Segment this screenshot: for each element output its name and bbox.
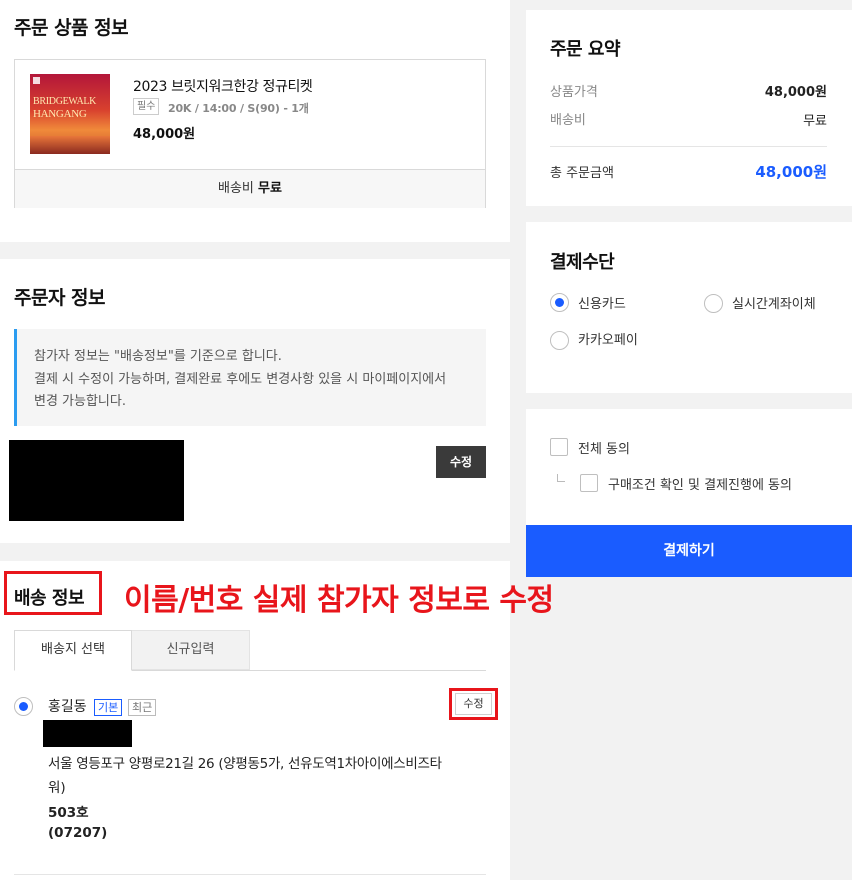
tab-new-address[interactable]: 신규입력 <box>132 630 250 670</box>
product-thumbnail[interactable]: BRIDGEWALK HANGANG <box>30 74 110 154</box>
payment-radio-card[interactable] <box>550 293 569 312</box>
delivery-section-title: 배송 정보 <box>14 588 85 609</box>
thumbnail-horizon <box>30 136 110 154</box>
thumbnail-logo-icon <box>33 77 40 84</box>
recipient-name: 홍길동 <box>48 699 87 715</box>
delivery-tab-bar: 배송지 선택 신규입력 <box>14 630 486 671</box>
notice-line-3: 변경 가능합니다. <box>34 394 126 409</box>
pay-button[interactable]: 결제하기 <box>526 525 852 577</box>
address-detail: 503호 <box>48 805 89 821</box>
summary-total-label: 총 주문금액 <box>550 166 614 181</box>
payment-label-card[interactable]: 신용카드 <box>578 293 626 312</box>
option-text: 20K / 14:00 / S(90) - 1개 <box>168 102 309 115</box>
product-name[interactable]: 2023 브릿지워크한강 정규티켓 <box>133 76 313 96</box>
agree-purchase-label[interactable]: 구매조건 확인 및 결제진행에 동의 <box>608 474 792 493</box>
recent-badge: 최근 <box>128 699 157 716</box>
payment-method-panel: 결제수단 신용카드 실시간계좌이체 카카오페이 <box>526 222 852 393</box>
address-radio[interactable] <box>14 697 33 716</box>
agreement-panel: 전체 동의 구매조건 확인 및 결제진행에 동의 <box>526 409 852 525</box>
payment-label-bank[interactable]: 실시간계좌이체 <box>732 293 816 312</box>
address-edit-button[interactable]: 수정 <box>455 693 492 715</box>
address-line-1: 서울 영등포구 양평로21길 26 (양평동5가, 선유도역1차아이에스비즈타 <box>48 756 442 772</box>
payment-label-kakao[interactable]: 카카오페이 <box>578 329 638 348</box>
product-info-panel: 주문 상품 정보 BRIDGEWALK HANGANG 2023 브릿지워크한강… <box>0 0 510 242</box>
sub-item-indent-icon <box>557 474 565 482</box>
address-line-2: 워) <box>48 780 66 796</box>
shipping-fee-bar: 배송비 무료 <box>15 169 485 208</box>
agree-all-label[interactable]: 전체 동의 <box>578 438 630 457</box>
edit-annotation: 이름/번호 실제 참가자 정보로 수정 <box>124 583 554 618</box>
payment-radio-bank[interactable] <box>704 294 723 313</box>
tab-select-address[interactable]: 배송지 선택 <box>14 630 132 671</box>
delivery-info-panel: 배송 정보 이름/번호 실제 참가자 정보로 수정 배송지 선택 신규입력 홍길… <box>0 561 554 880</box>
orderer-info-redacted <box>9 440 184 521</box>
summary-shipping-value: 무료 <box>803 114 827 129</box>
orderer-notice: 참가자 정보는 "배송정보"를 기준으로 합니다. 결제 시 수정이 가능하며,… <box>14 329 486 426</box>
address-divider <box>14 874 486 875</box>
summary-title: 주문 요약 <box>550 39 621 60</box>
product-card: BRIDGEWALK HANGANG 2023 브릿지워크한강 정규티켓 필수 … <box>14 59 486 208</box>
thumbnail-title-2: HANGANG <box>33 108 87 120</box>
shipping-fee-value: 무료 <box>258 181 282 196</box>
product-section-title: 주문 상품 정보 <box>14 17 129 39</box>
summary-price-value: 48,000원 <box>764 85 827 100</box>
order-summary-panel: 주문 요약 상품가격 48,000원 배송비 무료 총 주문금액 48,000원 <box>526 10 852 206</box>
summary-price-label: 상품가격 <box>550 85 598 100</box>
summary-total-value: 48,000원 <box>755 163 827 181</box>
notice-line-2: 결제 시 수정이 가능하며, 결제완료 후에도 변경사항 있을 시 마이페이지에… <box>34 372 447 387</box>
orderer-edit-button[interactable]: 수정 <box>436 446 486 478</box>
agree-all-checkbox[interactable] <box>550 438 568 456</box>
orderer-section-title: 주문자 정보 <box>14 287 106 309</box>
agree-purchase-checkbox[interactable] <box>580 474 598 492</box>
option-badge: 필수 <box>133 98 160 115</box>
notice-line-1: 참가자 정보는 "배송정보"를 기준으로 합니다. <box>34 349 282 364</box>
summary-divider <box>550 146 827 147</box>
product-price: 48,000원 <box>133 127 196 142</box>
orderer-info-panel: 주문자 정보 참가자 정보는 "배송정보"를 기준으로 합니다. 결제 시 수정… <box>0 259 510 543</box>
recipient-phone-redacted <box>43 720 132 747</box>
default-badge: 기본 <box>94 699 123 716</box>
shipping-fee-label: 배송비 <box>218 181 254 196</box>
thumbnail-title-1: BRIDGEWALK <box>33 96 97 107</box>
payment-title: 결제수단 <box>550 252 615 273</box>
address-zip: (07207) <box>48 825 108 841</box>
payment-radio-kakao[interactable] <box>550 331 569 350</box>
summary-shipping-label: 배송비 <box>550 113 586 128</box>
